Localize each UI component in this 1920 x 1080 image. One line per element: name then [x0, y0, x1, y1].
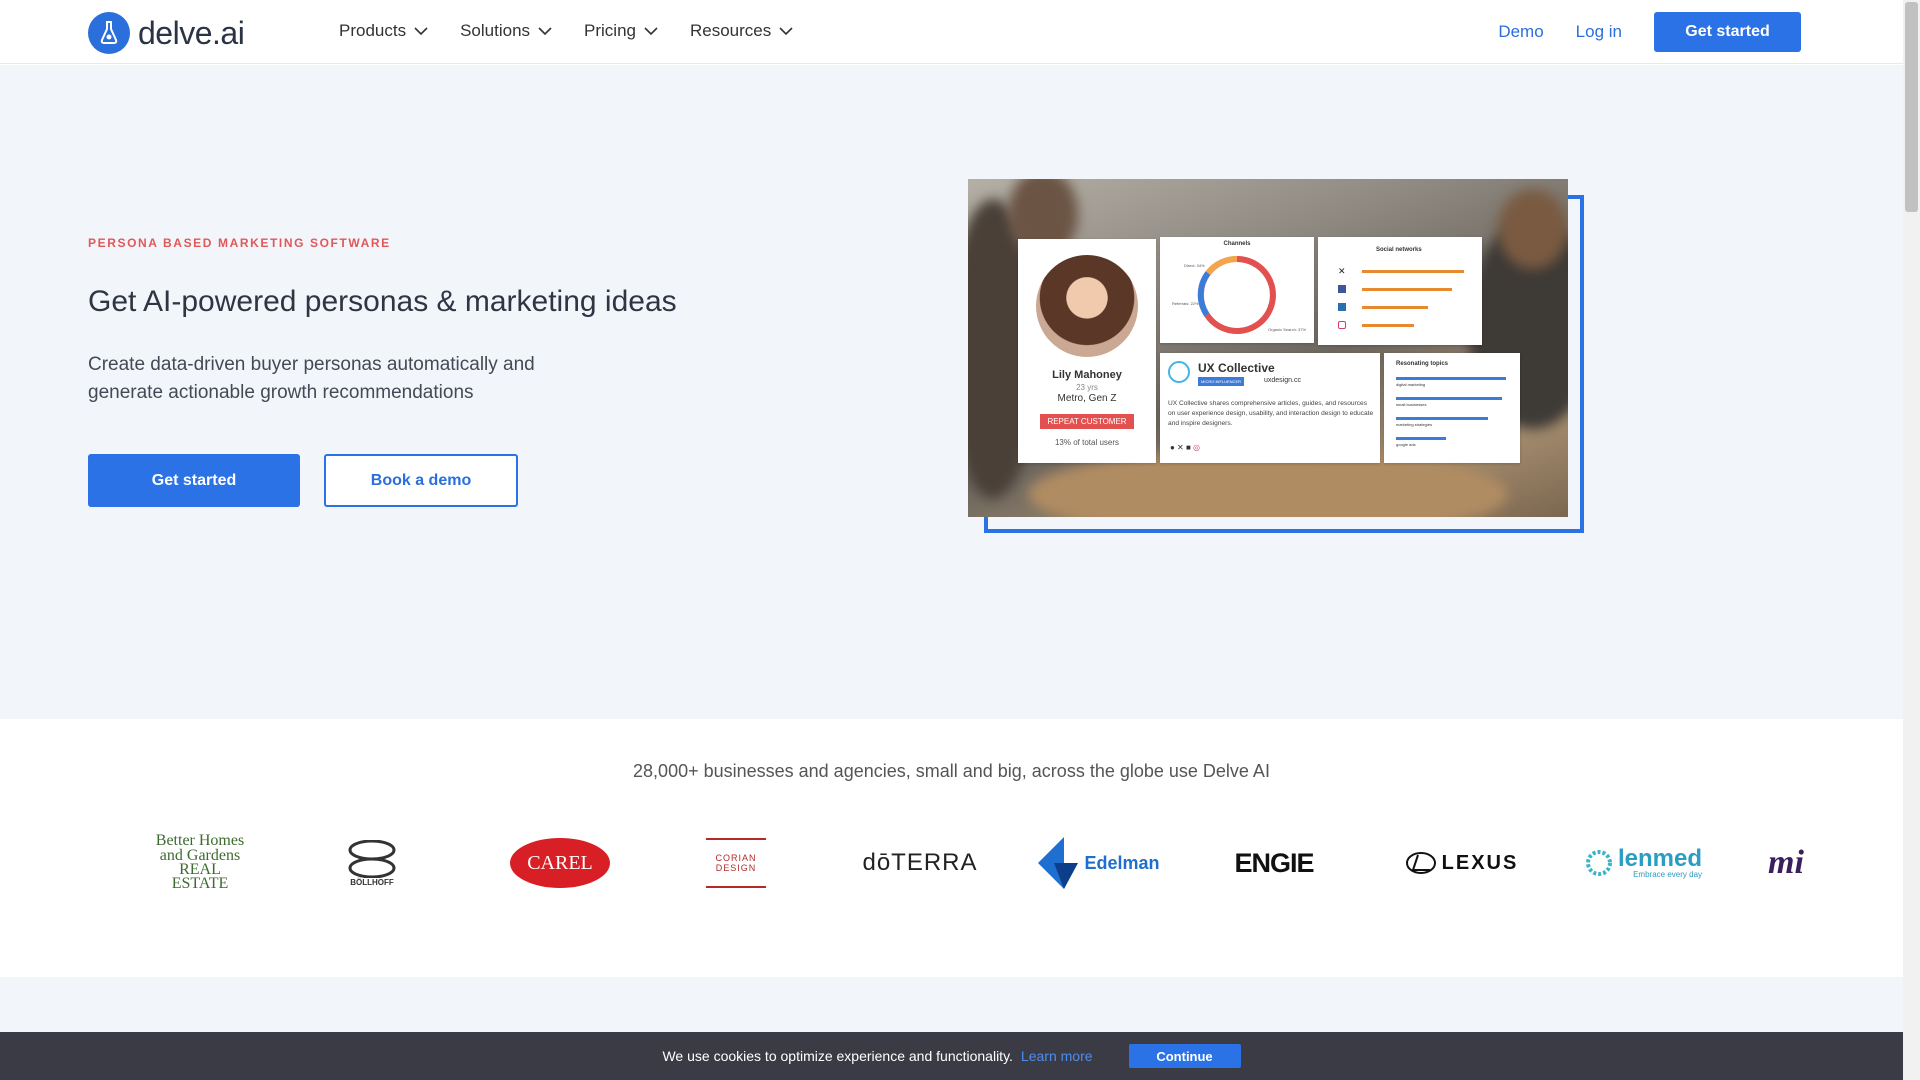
site-header: delve.ai Products Solutions Pricing Reso… [0, 0, 1903, 64]
influencer-description: UX Collective shares comprehensive artic… [1168, 400, 1374, 427]
cookie-message: We use cookies to optimize experience an… [662, 1048, 1013, 1064]
channel-label-organic: Organic Search: 37% [1268, 327, 1307, 332]
topic-bar [1396, 377, 1506, 380]
book-demo-button[interactable]: Book a demo [324, 454, 518, 507]
meeting-photo: Lily Mahoney 23 yrs Metro, Gen Z REPEAT … [968, 179, 1568, 517]
bollhoff-mark-icon [348, 839, 396, 878]
social-networks-title: Social networks [1376, 247, 1422, 253]
social-instagram-icon [1338, 321, 1346, 329]
nav-pricing[interactable]: Pricing [584, 21, 658, 41]
chevron-down-icon [538, 27, 552, 36]
logo-text: delve.ai [138, 14, 245, 51]
cookie-banner: We use cookies to optimize experience an… [0, 1032, 1903, 1080]
logo-better-homes: Better Homes and Gardens REAL ESTATE [155, 832, 245, 893]
channel-label-direct: Direct: 34% [1184, 263, 1205, 268]
logo-edelman: Edelman [1036, 827, 1162, 899]
hero-eyebrow: PERSONA BASED MARKETING SOFTWARE [88, 236, 391, 250]
persona-badge: REPEAT CUSTOMER [1040, 414, 1134, 429]
cookie-learn-more-link[interactable]: Learn more [1021, 1048, 1093, 1064]
social-bar-facebook [1362, 288, 1452, 291]
influencer-site: uxdesign.cc [1264, 377, 1301, 384]
hero-title: Get AI-powered personas & marketing idea… [88, 285, 677, 318]
social-networks-card: Social networks ✕ [1318, 237, 1482, 345]
channels-card: Channels Direct: 34% Referrals: 22% Orga… [1160, 237, 1314, 343]
cookie-continue-button[interactable]: Continue [1128, 1044, 1241, 1068]
header-actions: Demo Log in Get started [1498, 12, 1801, 52]
logo-carousel: Better Homes and Gardens REAL ESTATE BÖL… [150, 827, 1816, 899]
topic-label: digital marketing [1396, 382, 1426, 387]
chevron-down-icon [644, 27, 658, 36]
main-nav: Products Solutions Pricing Resources [339, 21, 793, 41]
persona-share: 13% of total users [1054, 438, 1120, 447]
customer-logos-section: 28,000+ businesses and agencies, small a… [0, 719, 1903, 977]
channel-label-referrals: Referrals: 22% [1172, 301, 1199, 306]
scrollbar-thumb[interactable] [1905, 2, 1918, 212]
hero-get-started-button[interactable]: Get started [88, 454, 300, 507]
logo-carel: CAREL [510, 827, 610, 899]
social-bar-linkedin [1362, 306, 1428, 309]
topic-bar [1396, 397, 1502, 400]
hero-section: PERSONA BASED MARKETING SOFTWARE Get AI-… [0, 65, 1903, 719]
page-scrollbar[interactable] [1903, 0, 1920, 1080]
persona-avatar [1036, 255, 1138, 357]
logo-lenmed: lenmed Embrace every day [1576, 827, 1710, 899]
logo-lexus: LEXUS [1394, 827, 1530, 899]
persona-age: 23 yrs [1076, 383, 1098, 392]
topic-label: small businesses [1396, 402, 1427, 407]
influencer-name: UX Collective [1198, 361, 1275, 375]
persona-card: Lily Mahoney 23 yrs Metro, Gen Z REPEAT … [1018, 239, 1156, 463]
influencer-avatar [1168, 361, 1190, 383]
logo[interactable]: delve.ai [88, 12, 245, 54]
influencer-social-icons: ● ✕ ■ ◎ [1170, 443, 1201, 452]
logos-title: 28,000+ businesses and agencies, small a… [633, 761, 1270, 781]
logo-engie: ENGIE [1234, 847, 1314, 878]
topic-label: google ads [1396, 442, 1416, 447]
logo-partial: mi [1768, 844, 1804, 881]
logo-corian: CORIAN DESIGN [700, 827, 772, 899]
resonating-topics-card: Resonating topics digital marketing smal… [1384, 353, 1520, 463]
next-section-start [0, 977, 1903, 1032]
chevron-down-icon [779, 27, 793, 36]
topic-bar [1396, 417, 1488, 420]
lexus-mark-icon [1405, 852, 1436, 874]
persona-segment: Metro, Gen Z [1057, 393, 1117, 404]
influencer-card: UX Collective MICRO INFLUENCER uxdesign.… [1160, 353, 1380, 463]
nav-resources[interactable]: Resources [690, 21, 793, 41]
demo-link[interactable]: Demo [1498, 22, 1543, 42]
edelman-mark-icon [1038, 837, 1079, 889]
social-x-icon: ✕ [1338, 266, 1346, 276]
influencer-tag: MICRO INFLUENCER [1198, 377, 1245, 386]
social-linkedin-icon [1338, 303, 1346, 311]
hero-subtitle: Create data-driven buyer personas automa… [88, 354, 535, 403]
nav-solutions[interactable]: Solutions [460, 21, 552, 41]
logo-bollhoff: BÖLLHOFF [340, 827, 404, 899]
get-started-button[interactable]: Get started [1654, 12, 1801, 52]
social-bar-x [1362, 270, 1464, 273]
topic-bar [1396, 437, 1446, 440]
persona-name: Lily Mahoney [1052, 369, 1122, 381]
login-link[interactable]: Log in [1576, 22, 1622, 42]
logo-icon [88, 12, 130, 54]
nav-products[interactable]: Products [339, 21, 428, 41]
channels-title: Channels [1223, 241, 1251, 247]
social-bar-instagram [1362, 324, 1414, 327]
hero-product-visual: Lily Mahoney 23 yrs Metro, Gen Z REPEAT … [968, 179, 1584, 533]
chevron-down-icon [414, 27, 428, 36]
social-facebook-icon [1338, 285, 1346, 293]
logo-doterra: dōTERRA [862, 849, 978, 876]
topics-title: Resonating topics [1396, 361, 1449, 367]
lenmed-mark-icon [1585, 850, 1612, 876]
topic-label: marketing strategies [1396, 422, 1433, 427]
